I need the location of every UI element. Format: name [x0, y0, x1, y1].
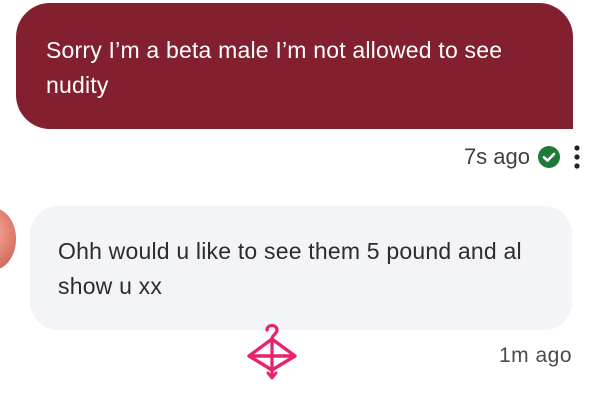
incoming-message-time: 1m ago	[498, 344, 572, 367]
outgoing-message-meta: 7s ago	[464, 142, 560, 172]
outgoing-message-text: Sorry I’m a beta male I’m not allowed to…	[46, 37, 503, 98]
outgoing-message-bubble[interactable]: Sorry I’m a beta male I’m not allowed to…	[16, 3, 573, 129]
check-circle-icon	[538, 146, 560, 168]
hanger-icon[interactable]	[243, 320, 301, 380]
incoming-message-bubble[interactable]: Ohh would u like to see them 5 pound and…	[30, 206, 572, 330]
chat-thread: Sorry I’m a beta male I’m not allowed to…	[0, 0, 600, 404]
incoming-message-text: Ohh would u like to see them 5 pound and…	[58, 238, 522, 299]
outgoing-message-time: 7s ago	[463, 144, 530, 169]
sender-avatar[interactable]	[0, 208, 16, 270]
more-vertical-icon[interactable]	[572, 144, 582, 170]
